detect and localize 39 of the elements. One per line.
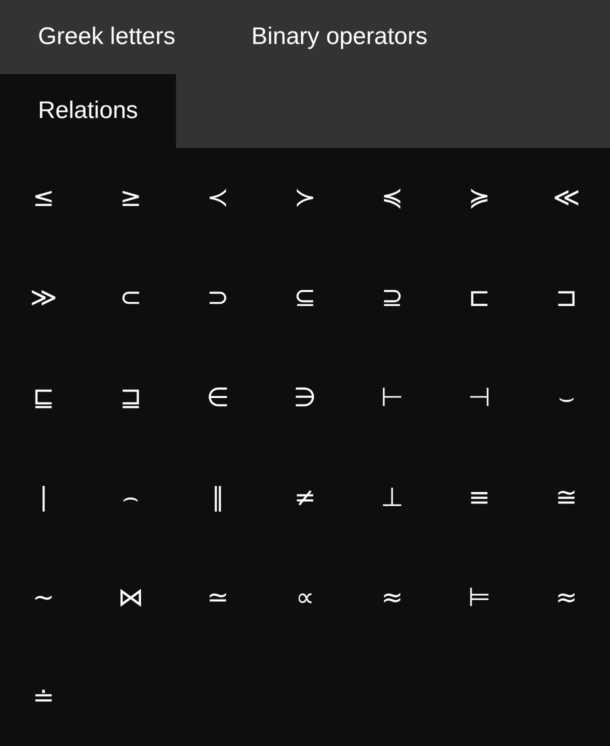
symbol-button[interactable]: ⌢	[87, 448, 174, 548]
symbol-button[interactable]: ≥	[87, 148, 174, 248]
symbol-button[interactable]: ≺	[174, 148, 262, 248]
symbol-button[interactable]: ∋	[261, 348, 349, 448]
symbol-button[interactable]: ≈	[348, 548, 436, 648]
tab[interactable]: Binary operators	[213, 0, 466, 74]
symbol-button[interactable]: ≼	[348, 148, 436, 248]
tab[interactable]: Greek letters	[0, 0, 214, 74]
symbol-button[interactable]: ⊢	[348, 348, 436, 448]
symbol-button[interactable]: ⊨	[436, 548, 523, 648]
tab[interactable]: Relations	[0, 74, 176, 148]
symbol-button[interactable]: ≅	[522, 448, 610, 548]
symbol-button[interactable]: ∼	[0, 548, 88, 648]
symbol-button[interactable]: ⊑	[0, 348, 88, 448]
symbol-button[interactable]: ⊏	[436, 248, 523, 348]
symbol-button[interactable]: ≃	[174, 548, 262, 648]
symbol-button[interactable]: ≻	[261, 148, 349, 248]
symbol-button[interactable]: ⊆	[261, 248, 349, 348]
symbol-button[interactable]: ≐	[0, 648, 88, 746]
symbol-button[interactable]: ≠	[261, 448, 349, 548]
symbol-button[interactable]: ≫	[0, 248, 88, 348]
symbol-button[interactable]: ⊐	[522, 248, 610, 348]
symbol-button[interactable]: ⊇	[348, 248, 436, 348]
symbol-button[interactable]: ⋈	[87, 548, 174, 648]
symbol-button[interactable]: ⊃	[174, 248, 262, 348]
symbol-button[interactable]: ∝	[261, 548, 349, 648]
symbol-button[interactable]: ⊂	[87, 248, 174, 348]
symbol-button[interactable]: ≡	[436, 448, 523, 548]
symbol-button[interactable]: ∈	[174, 348, 262, 448]
symbol-button[interactable]: ⊥	[348, 448, 436, 548]
symbol-button[interactable]: ⊒	[87, 348, 174, 448]
symbol-button[interactable]: ≤	[0, 148, 88, 248]
symbol-button[interactable]: ≈	[522, 548, 610, 648]
symbol-button[interactable]: ⊣	[436, 348, 523, 448]
symbol-button[interactable]: ∣	[0, 448, 88, 548]
symbol-button[interactable]: ∥	[174, 448, 262, 548]
symbol-button[interactable]: ≽	[436, 148, 523, 248]
symbol-button[interactable]: ≪	[522, 148, 610, 248]
symbol-button[interactable]: ⌣	[522, 348, 610, 448]
